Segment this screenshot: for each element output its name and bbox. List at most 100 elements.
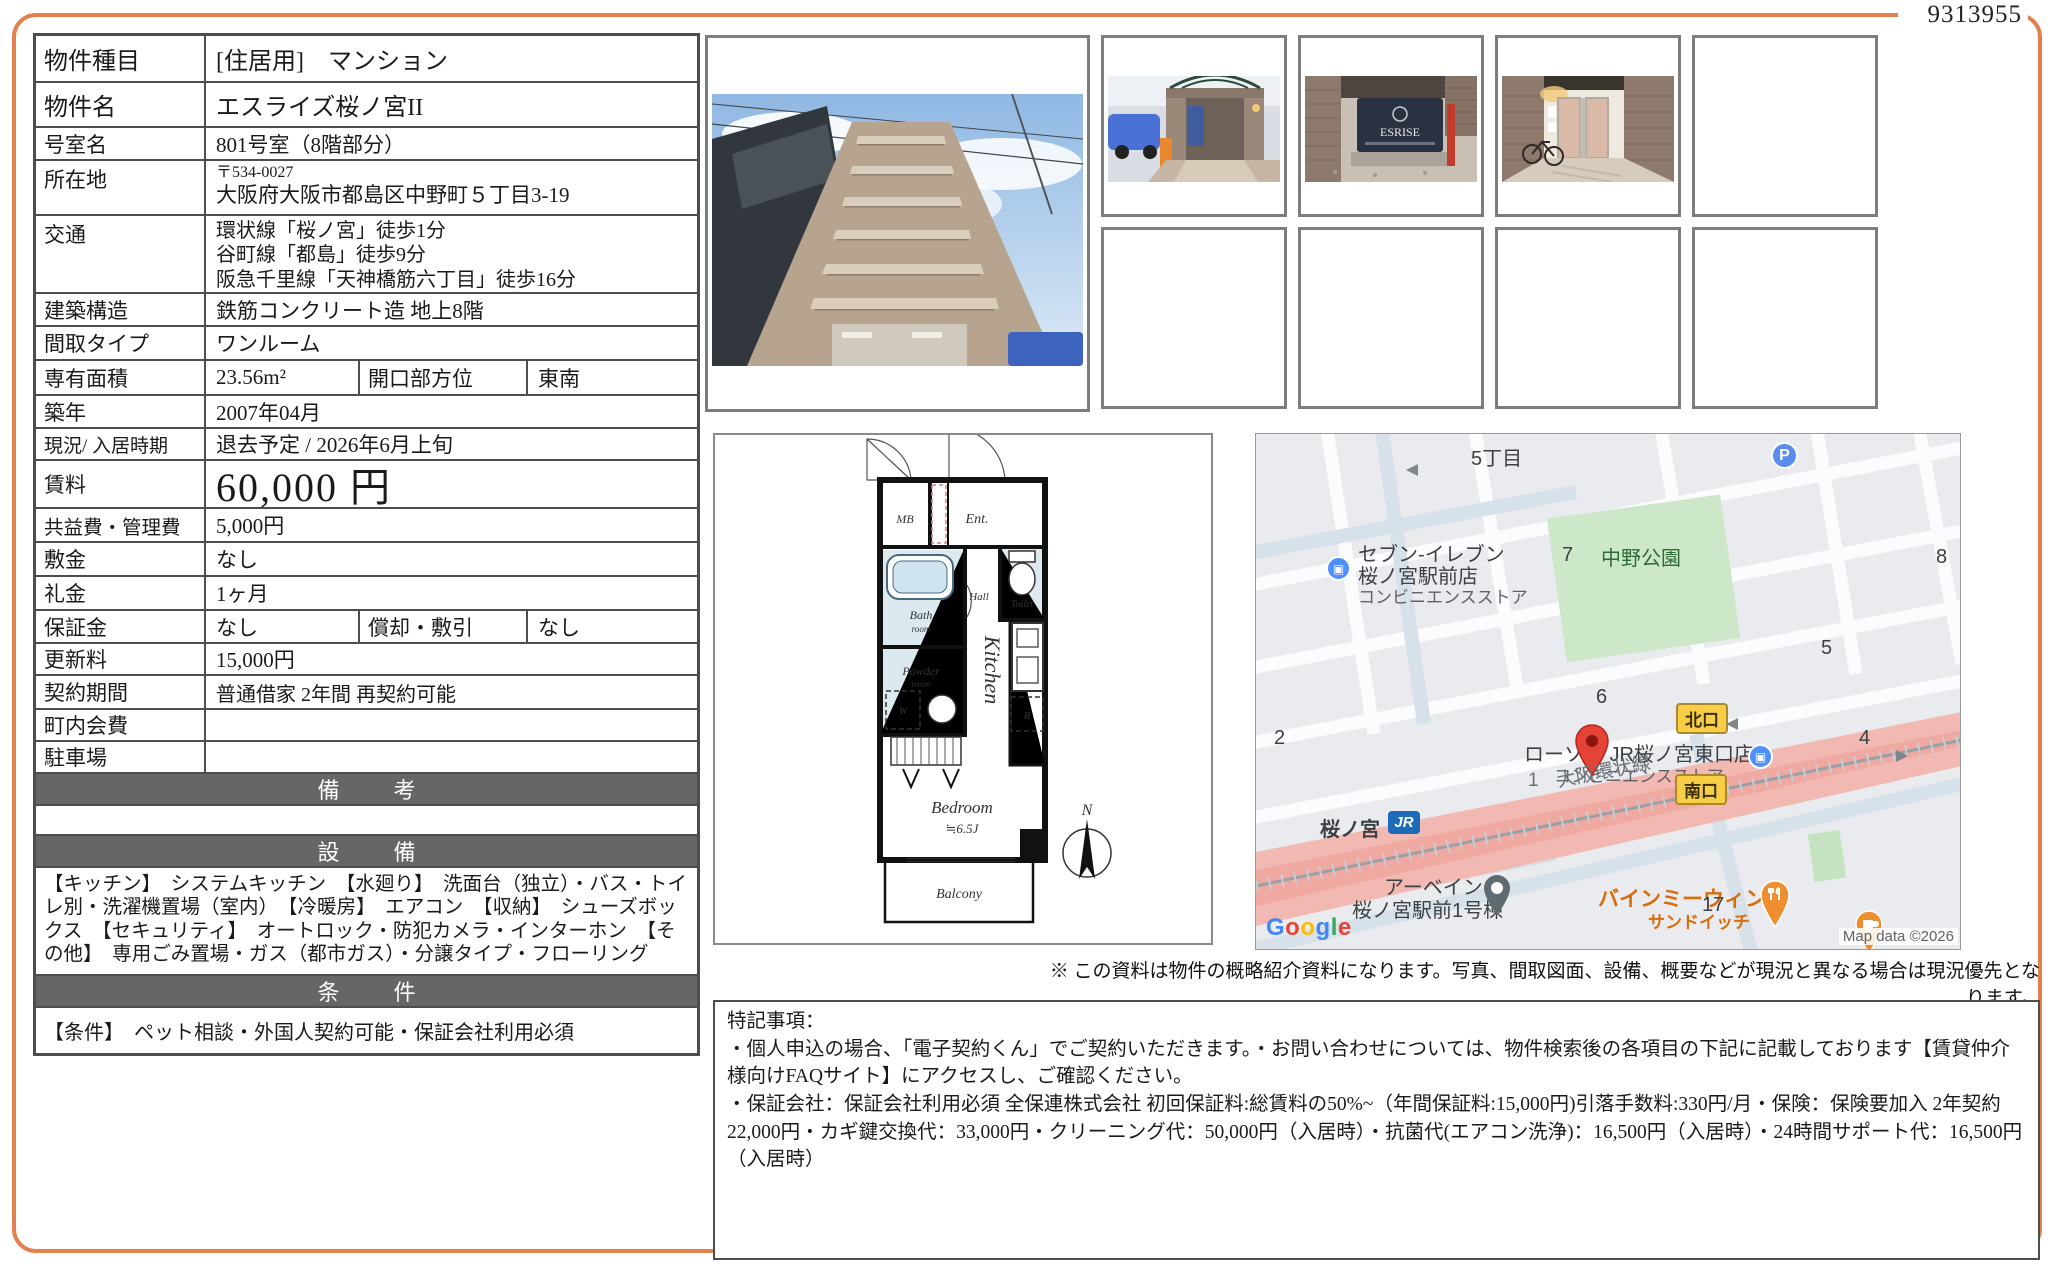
floorplan: MB Ent. Bath room Powder room W Hall Toi… — [713, 426, 1213, 945]
row-label: 建築構造 — [36, 294, 206, 325]
entrance-door-image — [1502, 76, 1674, 182]
floorplan-drawing: MB Ent. Bath room Powder room W Hall Toi… — [866, 426, 1112, 924]
table-row: 更新料 15,000円 — [36, 644, 697, 676]
traffic-line: 阪急千里線「天神橋筋六丁目」徒歩16分 — [216, 268, 576, 291]
plan-label-mb: MB — [895, 512, 914, 526]
row-value: 環状線「桜ノ宮」徒歩1分 谷町線「都島」徒歩9分 阪急千里線「天神橋筋六丁目」徒… — [206, 216, 697, 292]
photo-slot-empty — [1692, 35, 1878, 217]
property-flyer-page: 9313955 物件種目 [住居用] マンション 物件名 エスライズ桜ノ宮II … — [0, 0, 2056, 1265]
google-letter: g — [1315, 914, 1331, 941]
row-value: 〒534-0027 大阪府大阪市都島区中野町５丁目3-19 — [206, 161, 697, 214]
map-base-image — [1256, 434, 1960, 949]
plan-label-kitchen: Kitchen — [980, 635, 1005, 704]
row-label: 号室名 — [36, 128, 206, 159]
map-attribution: Map data ©2026 — [1838, 928, 1958, 945]
notes-paragraph: ・個人申込の場合、「電子契約くん」でご契約いただきます。・お問い合わせについては… — [727, 1038, 2010, 1088]
remarks-empty-row — [36, 806, 697, 836]
map-block-number: 2 — [1274, 727, 1286, 749]
esrise-sign-image: ESRISE — [1305, 76, 1477, 182]
table-row: 共益費・管理費 5,000円 — [36, 509, 697, 543]
row-label: 契約期間 — [36, 676, 206, 708]
row-label: 物件名 — [36, 83, 206, 126]
compass-icon: N — [1062, 802, 1112, 879]
table-row: 保証金 なし 償却・敷引 なし — [36, 611, 697, 644]
notes-paragraph: ・保証会社：保証会社利用必須 全保連株式会社 初回保証料:総賃料の50%~（年間… — [727, 1094, 2023, 1171]
row-value — [206, 710, 697, 740]
row-label: 更新料 — [36, 644, 206, 674]
map-block-number: 7 — [1562, 544, 1574, 566]
map-block-number: 8 — [1936, 546, 1948, 568]
plan-label-balcony: Balcony — [936, 887, 983, 902]
row-label: 保証金 — [36, 611, 206, 642]
plan-label-refrigerator: R — [1023, 710, 1031, 722]
property-table: 物件種目 [住居用] マンション 物件名 エスライズ桜ノ宮II 号室名 801号… — [33, 33, 700, 1056]
map-label-seven3: コンビニエンスストア — [1358, 588, 1528, 607]
photo-slot-empty — [1298, 227, 1484, 409]
traffic-line: 谷町線「都島」徒歩9分 — [216, 244, 426, 267]
row-value: 普通借家 2年間 再契約可能 — [216, 683, 456, 706]
table-row: 契約期間 普通借家 2年間 再契約可能 — [36, 676, 697, 710]
table-row: 町内会費 — [36, 710, 697, 742]
row-value: 2007年04月 — [216, 400, 321, 425]
photo-entrance-door — [1495, 35, 1681, 217]
row-value: 15,000円 — [216, 648, 295, 672]
row-label: 交通 — [36, 216, 206, 292]
row-label: 間取タイプ — [36, 327, 206, 359]
conditions-text: 【条件】 ペット相談・外国人契約可能・保証会社利用必須 — [44, 1022, 574, 1044]
row-value: 23.56m² — [216, 365, 286, 389]
seven-eleven-icon: ▣ — [1326, 556, 1351, 581]
traffic-line: 環状線「桜ノ宮」徒歩1分 — [216, 220, 446, 242]
photo-slot-empty — [1101, 227, 1287, 409]
photo-name-plate: ESRISE — [1298, 35, 1484, 217]
station-north-exit-badge: 北口 — [1676, 703, 1728, 734]
special-notes-box: 特記事項： ・個人申込の場合、「電子契約くん」でご契約いただきます。・お問い合わ… — [713, 1000, 2040, 1260]
station-south-exit-badge: 南口 — [1675, 774, 1727, 805]
row-label: 敷金 — [36, 543, 206, 575]
sub-label: 償却・敷引 — [358, 611, 528, 642]
map-label-banhmi2: サンドイッチ — [1648, 913, 1750, 932]
row-value: [住居用] マンション — [216, 49, 448, 75]
google-letter: o — [1285, 914, 1301, 941]
row-value: 5,000円 — [216, 514, 285, 538]
table-row: 敷金 なし — [36, 543, 697, 577]
map-block-number: 4 — [1859, 727, 1871, 749]
plan-label-bath1: Bath — [910, 608, 933, 622]
table-row: 交通 環状線「桜ノ宮」徒歩1分 谷町線「都島」徒歩9分 阪急千里線「天神橋筋六丁… — [36, 216, 697, 294]
map-label-district: 5丁目 — [1471, 448, 1523, 470]
map-label-station: 桜ノ宮 — [1320, 819, 1380, 841]
row-label: 礼金 — [36, 577, 206, 609]
remarks-header: 備 考 — [36, 774, 697, 806]
table-row: 駐車場 — [36, 742, 697, 774]
map-block-number: 6 — [1596, 686, 1608, 708]
plan-label-hall: Hall — [968, 591, 989, 603]
google-letter: l — [1330, 914, 1338, 941]
row-value: 801号室（8階部分） — [216, 132, 405, 157]
svg-text:ESRISE: ESRISE — [1380, 125, 1420, 139]
google-letter: o — [1300, 914, 1316, 941]
equipment-header: 設 備 — [36, 836, 697, 868]
sub-label: 開口部方位 — [358, 361, 528, 394]
conditions-header: 条 件 — [36, 976, 697, 1008]
row-value: なし — [216, 548, 258, 572]
photo-slot-empty — [1495, 227, 1681, 409]
sub-value: 東南 — [538, 366, 580, 391]
map-block-number: 17 — [1702, 894, 1725, 916]
gate-archway-image — [1108, 76, 1280, 182]
compass-n-label: N — [1081, 802, 1094, 819]
postal-code: 〒534-0027 — [216, 164, 294, 181]
plan-label-powder1: Powder — [901, 664, 940, 678]
jr-logo: JR — [1388, 811, 1420, 834]
google-letter: G — [1266, 914, 1286, 941]
row-label: 現況/ 入居時期 — [36, 429, 206, 459]
main-building-photo — [705, 35, 1090, 412]
lawson-icon: ▣ — [1748, 744, 1773, 769]
row-value: 1ヶ月 — [216, 582, 269, 606]
table-row: 専有面積 23.56m² 開口部方位 東南 — [36, 361, 697, 396]
google-logo: Google — [1266, 914, 1352, 942]
notes-title: 特記事項： — [727, 1011, 825, 1032]
plan-label-bedroom: Bedroom — [931, 798, 993, 817]
map-label-urbain2: 桜ノ宮駅前1号棟 — [1352, 900, 1504, 922]
location-map: 5丁目 P 7 中野公園 8 ▣ セブン-イレブン 桜ノ宮駅前店 コンビニエンス… — [1255, 433, 1961, 950]
sub-value: なし — [538, 615, 580, 640]
table-row: 号室名 801号室（8階部分） — [36, 128, 697, 161]
